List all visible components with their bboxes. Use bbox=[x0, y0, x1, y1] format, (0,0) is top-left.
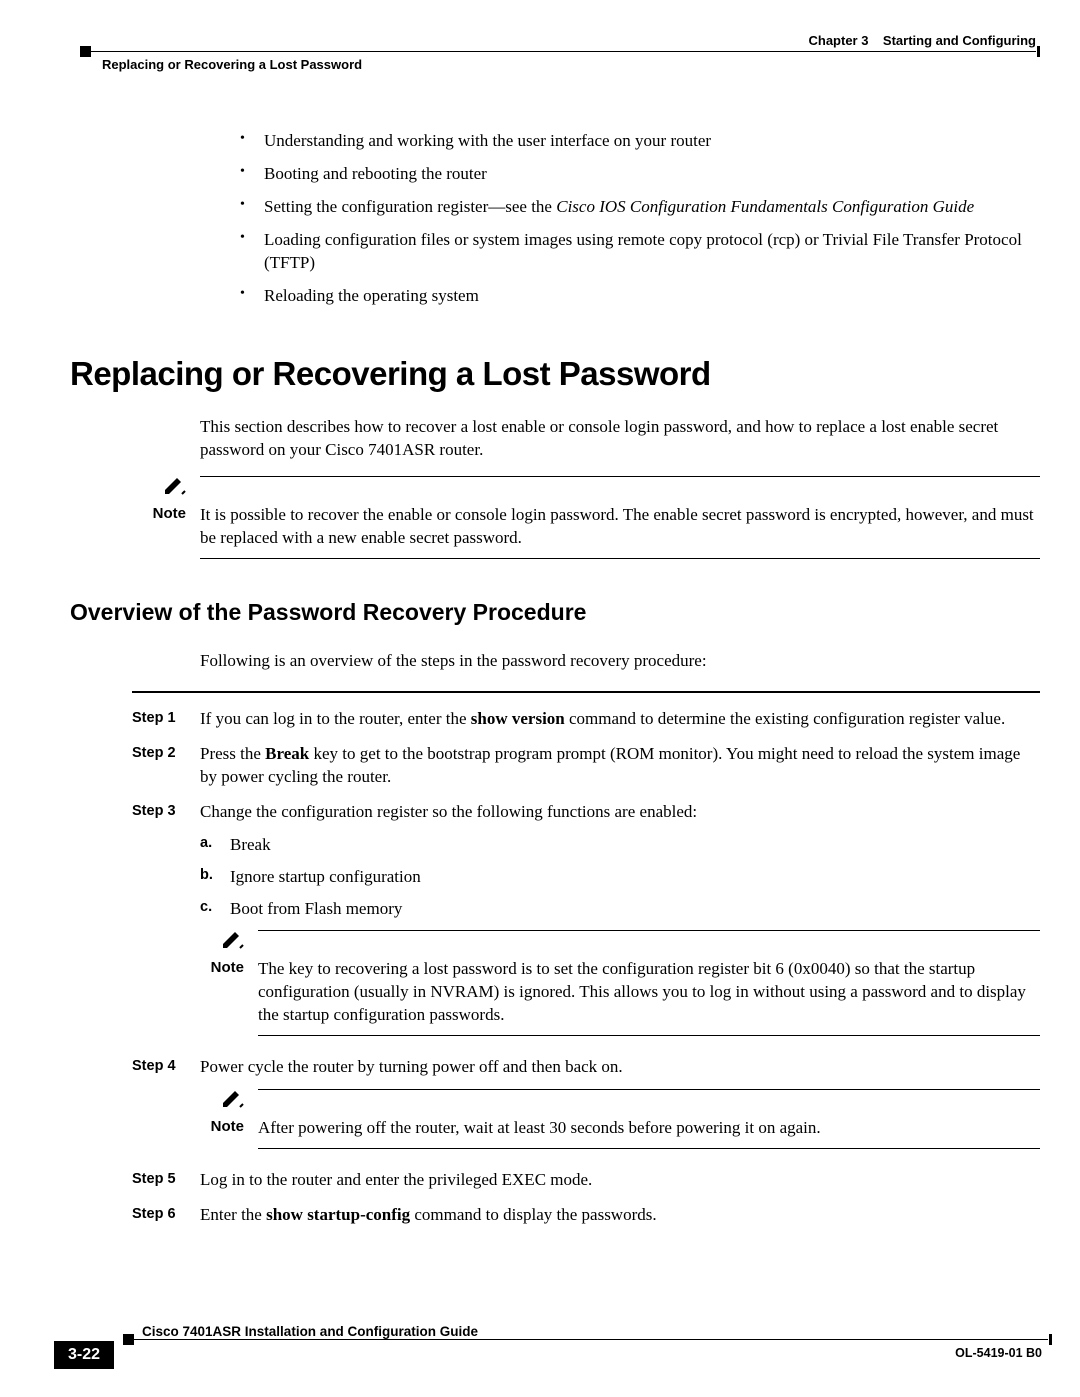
sub-letter: b. bbox=[200, 866, 230, 889]
section-heading: Replacing or Recovering a Lost Password bbox=[70, 352, 1040, 397]
footer-rule bbox=[130, 1339, 1048, 1340]
sub-text: Ignore startup configuration bbox=[230, 866, 421, 889]
document-page: Chapter 3 Starting and Configuring Repla… bbox=[0, 0, 1080, 1397]
note-bottom-rule bbox=[258, 1035, 1040, 1036]
footer-square-icon bbox=[123, 1334, 134, 1345]
bullet-text: Loading configuration files or system im… bbox=[264, 230, 1022, 272]
pencil-icon bbox=[220, 930, 244, 950]
list-item: Reloading the operating system bbox=[240, 285, 1040, 308]
note-top-rule bbox=[258, 930, 1040, 931]
step-label: Step 3 bbox=[132, 801, 200, 822]
subsection-heading: Overview of the Password Recovery Proced… bbox=[70, 597, 1040, 628]
pencil-icon bbox=[162, 476, 186, 496]
list-item: Loading configuration files or system im… bbox=[240, 229, 1040, 275]
step-row: Step 2 Press the Break key to get to the… bbox=[132, 743, 1040, 789]
note-block: Note The key to recovering a lost passwo… bbox=[200, 930, 1040, 1036]
step-label: Step 6 bbox=[132, 1204, 200, 1225]
page-footer: Cisco 7401ASR Installation and Configura… bbox=[20, 1323, 1060, 1373]
step-text: Power cycle the router by turning power … bbox=[200, 1057, 623, 1076]
bullet-text-italic: Cisco IOS Configuration Fundamentals Con… bbox=[556, 197, 974, 216]
sub-text: Boot from Flash memory bbox=[230, 898, 402, 921]
header-rule bbox=[86, 51, 1036, 52]
sub-letter: a. bbox=[200, 834, 230, 857]
sub-list: a.Break b.Ignore startup configuration c… bbox=[200, 834, 1040, 921]
step-body: Enter the show startup-config command to… bbox=[200, 1204, 1040, 1227]
step-label: Step 1 bbox=[132, 708, 200, 729]
chapter-number: Chapter 3 bbox=[808, 33, 868, 48]
note-bottom-rule bbox=[200, 558, 1040, 559]
step-row: Step 6 Enter the show startup-config com… bbox=[132, 1204, 1040, 1227]
note-text: The key to recovering a lost password is… bbox=[258, 958, 1040, 1027]
bullet-text: Understanding and working with the user … bbox=[264, 131, 711, 150]
step-text-pre: If you can log in to the router, enter t… bbox=[200, 709, 471, 728]
bullet-text-pre: Setting the configuration register—see t… bbox=[264, 197, 556, 216]
page-header: Chapter 3 Starting and Configuring Repla… bbox=[20, 30, 1060, 80]
bullet-text: Booting and rebooting the router bbox=[264, 164, 487, 183]
note-text: It is possible to recover the enable or … bbox=[200, 504, 1040, 550]
note-text: After powering off the router, wait at l… bbox=[258, 1117, 1040, 1140]
step-body: Log in to the router and enter the privi… bbox=[200, 1169, 1040, 1192]
step-text-pre: Press the bbox=[200, 744, 265, 763]
step-row: Step 1 If you can log in to the router, … bbox=[132, 708, 1040, 731]
step-text-post: command to determine the existing config… bbox=[565, 709, 1005, 728]
list-item: b.Ignore startup configuration bbox=[200, 866, 1040, 889]
step-label: Step 4 bbox=[132, 1056, 200, 1077]
list-item: a.Break bbox=[200, 834, 1040, 857]
page-number: 3-22 bbox=[54, 1341, 114, 1369]
step-row: Step 3 Change the configuration register… bbox=[132, 801, 1040, 1045]
note-block: Note After powering off the router, wait… bbox=[200, 1089, 1040, 1149]
step-body: Power cycle the router by turning power … bbox=[200, 1056, 1040, 1157]
footer-doc-id: OL-5419-01 B0 bbox=[955, 1345, 1042, 1362]
list-item: Booting and rebooting the router bbox=[240, 163, 1040, 186]
step-text: Change the configuration register so the… bbox=[200, 802, 697, 821]
bullet-text: Reloading the operating system bbox=[264, 286, 479, 305]
note-block: Note It is possible to recover the enabl… bbox=[200, 476, 1040, 559]
note-label: Note bbox=[200, 958, 258, 978]
step-text-bold: show version bbox=[471, 709, 565, 728]
steps-separator-rule bbox=[132, 691, 1040, 694]
chapter-title: Starting and Configuring bbox=[883, 33, 1036, 48]
step-text-post: command to display the passwords. bbox=[410, 1205, 656, 1224]
note-label: Note bbox=[130, 504, 200, 524]
step-text-pre: Enter the bbox=[200, 1205, 266, 1224]
note-bottom-rule bbox=[258, 1148, 1040, 1149]
list-item: Setting the configuration register—see t… bbox=[240, 196, 1040, 219]
top-bullet-list: Understanding and working with the user … bbox=[200, 130, 1040, 308]
step-body: Press the Break key to get to the bootst… bbox=[200, 743, 1040, 789]
list-item: Understanding and working with the user … bbox=[240, 130, 1040, 153]
step-row: Step 4 Power cycle the router by turning… bbox=[132, 1056, 1040, 1157]
step-text: Log in to the router and enter the privi… bbox=[200, 1170, 592, 1189]
overview-paragraph: Following is an overview of the steps in… bbox=[200, 650, 1040, 673]
header-breadcrumb: Replacing or Recovering a Lost Password bbox=[102, 56, 362, 74]
step-body: Change the configuration register so the… bbox=[200, 801, 1040, 1045]
content-area: Understanding and working with the user … bbox=[20, 80, 1060, 1227]
note-icon-cell bbox=[130, 476, 200, 498]
sub-text: Break bbox=[230, 834, 271, 857]
note-top-rule bbox=[258, 1089, 1040, 1090]
note-icon-cell bbox=[200, 1089, 258, 1111]
footer-tick-icon bbox=[1049, 1334, 1052, 1345]
header-square-icon bbox=[80, 46, 91, 57]
step-text-bold: show startup-config bbox=[266, 1205, 410, 1224]
step-text-bold: Break bbox=[265, 744, 309, 763]
note-label: Note bbox=[200, 1117, 258, 1137]
note-icon-cell bbox=[200, 930, 258, 952]
step-row: Step 5 Log in to the router and enter th… bbox=[132, 1169, 1040, 1192]
chapter-label: Chapter 3 Starting and Configuring bbox=[808, 32, 1036, 50]
list-item: c.Boot from Flash memory bbox=[200, 898, 1040, 921]
intro-paragraph: This section describes how to recover a … bbox=[200, 416, 1040, 462]
step-body: If you can log in to the router, enter t… bbox=[200, 708, 1040, 731]
note-top-rule bbox=[200, 476, 1040, 477]
header-tick-icon bbox=[1037, 46, 1040, 57]
step-label: Step 5 bbox=[132, 1169, 200, 1190]
sub-letter: c. bbox=[200, 898, 230, 921]
pencil-icon bbox=[220, 1089, 244, 1109]
step-text-post: key to get to the bootstrap program prom… bbox=[200, 744, 1020, 786]
step-label: Step 2 bbox=[132, 743, 200, 764]
